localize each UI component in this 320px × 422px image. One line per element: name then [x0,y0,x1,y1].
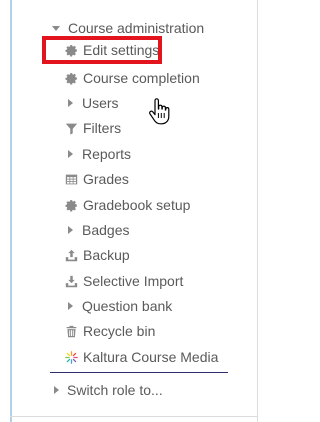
recycle-bin-link[interactable]: Recycle bin [65,320,155,342]
trash-icon [65,325,78,338]
filters-label: Filters [83,120,122,136]
users-label: Users [82,95,119,111]
selective-import-label: Selective Import [83,273,184,289]
chevron-right-icon [68,226,73,234]
gradebook-setup-label: Gradebook setup [83,197,191,213]
chevron-right-icon [68,99,73,107]
highlight-box [42,36,162,64]
badges-label: Badges [82,222,130,238]
gear-icon [65,199,78,212]
download-icon [65,275,78,288]
table-icon [65,173,78,186]
left-border [10,0,12,422]
course-completion-label: Course completion [83,70,200,86]
question-bank-node[interactable]: Question bank [66,295,172,317]
users-node[interactable]: Users [66,92,119,114]
reports-node[interactable]: Reports [66,143,131,165]
right-border [257,0,258,422]
admin-panel: Course administration Edit settings Cour… [0,0,262,422]
kaltura-course-media-link[interactable]: Kaltura Course Media [65,346,218,368]
switch-role-label: Switch role to... [67,382,163,398]
recycle-bin-label: Recycle bin [83,323,156,339]
chevron-right-icon [68,302,73,310]
switch-role-node[interactable]: Switch role to... [54,379,163,401]
upload-icon [65,249,78,262]
reports-label: Reports [82,146,132,162]
chevron-down-icon [52,25,60,31]
filter-icon [65,122,78,135]
gradebook-setup-link[interactable]: Gradebook setup [65,194,190,216]
kaltura-logo-icon [65,350,78,364]
badges-node[interactable]: Badges [66,219,129,241]
backup-label: Backup [83,247,130,263]
hand-cursor-icon [148,98,170,126]
selective-import-link[interactable]: Selective Import [65,270,183,292]
question-bank-label: Question bank [82,298,173,314]
filters-link[interactable]: Filters [65,117,121,139]
grades-link[interactable]: Grades [65,168,129,190]
chevron-right-icon [68,150,73,158]
menu-divider [50,372,228,373]
backup-link[interactable]: Backup [65,244,130,266]
kaltura-course-media-label: Kaltura Course Media [83,349,219,365]
gear-icon [65,72,78,85]
chevron-right-icon [54,386,59,394]
course-completion-link[interactable]: Course completion [65,67,200,89]
grades-label: Grades [83,171,129,187]
bottom-border [10,416,258,417]
